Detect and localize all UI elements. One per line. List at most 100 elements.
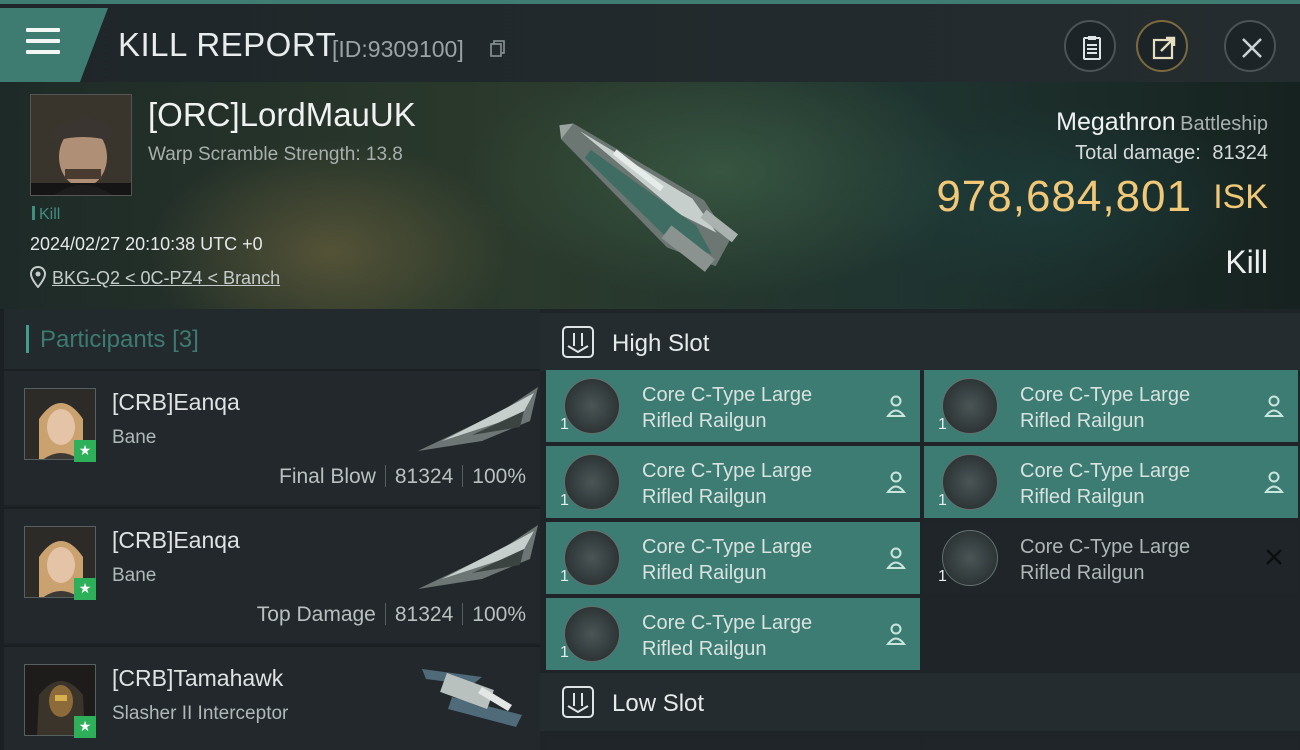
module-qty: 1 xyxy=(560,644,569,661)
module-slot[interactable]: 1 Core C-Type Large Rifled Railgun xyxy=(924,446,1298,518)
star-badge-icon: ★ xyxy=(74,440,96,462)
participant-row[interactable]: ★ [CRB]Eanqa Bane Top Damage 81324 100% xyxy=(4,507,540,643)
module-slot[interactable]: 1 Core C-Type Large Rifled Railgun xyxy=(924,522,1298,594)
ship-image xyxy=(559,123,739,272)
kill-tag: Kill xyxy=(32,206,60,224)
page-title: KILL REPORT xyxy=(118,26,337,63)
participant-ship-image xyxy=(418,387,538,451)
victim-name[interactable]: [ORC]LordMauUK xyxy=(148,96,416,134)
pilot-portrait-icon xyxy=(31,95,131,195)
low-slot-header: Low Slot xyxy=(540,673,1300,731)
kill-banner: [ORC]LordMauUK Warp Scramble Strength: 1… xyxy=(0,82,1300,309)
module-slot-partial[interactable] xyxy=(924,737,1298,750)
module-name-line2: Rifled Railgun xyxy=(642,410,767,432)
hamburger-icon-line xyxy=(26,28,60,32)
railgun-icon xyxy=(942,454,998,510)
kill-timestamp: 2024/02/27 20:10:38 UTC +0 xyxy=(30,234,263,254)
module-name-line1: Core C-Type Large xyxy=(642,536,813,558)
participants-panel: Participants [3] ★ [CRB]Eanqa Bane Final… xyxy=(4,309,540,750)
module-qty: 1 xyxy=(560,568,569,585)
high-slot-title: High Slot xyxy=(612,330,710,357)
module-qty: 1 xyxy=(938,492,947,509)
dropped-person-icon xyxy=(1264,471,1284,493)
participant-percent: 100% xyxy=(472,465,526,488)
module-name: Core C-Type Large Rifled Railgun xyxy=(1020,534,1190,586)
clipboard-button[interactable] xyxy=(1064,20,1116,72)
module-name-line1: Core C-Type Large xyxy=(1020,384,1191,406)
railgun-icon xyxy=(942,378,998,434)
participant-row[interactable]: ★ [CRB]Tamahawk Slasher II Interceptor xyxy=(4,645,540,750)
module-name: Core C-Type Large Rifled Railgun xyxy=(642,534,812,586)
divider xyxy=(462,465,464,487)
module-name-line2: Rifled Railgun xyxy=(1020,486,1145,508)
total-damage-label: Total damage: xyxy=(1075,142,1201,164)
dropped-person-icon xyxy=(886,547,906,569)
menu-button[interactable] xyxy=(0,8,108,82)
kill-result: Kill xyxy=(1225,244,1268,280)
participant-row[interactable]: ★ [CRB]Eanqa Bane Final Blow 81324 100% xyxy=(4,369,540,505)
participant-name[interactable]: [CRB]Eanqa xyxy=(112,389,240,416)
module-qty: 1 xyxy=(938,416,947,433)
high-slot-icon xyxy=(562,326,594,358)
victim-avatar[interactable] xyxy=(30,94,132,196)
module-slot[interactable]: 1 Core C-Type Large Rifled Railgun xyxy=(546,446,920,518)
location-link[interactable]: BKG-Q2 < 0C-PZ4 < Branch xyxy=(52,268,280,289)
hamburger-icon-line xyxy=(26,39,60,43)
participant-stats: Top Damage 81324 100% xyxy=(257,603,526,627)
module-name: Core C-Type Large Rifled Railgun xyxy=(642,458,812,510)
total-damage-value: 81324 xyxy=(1212,142,1268,164)
isk-value: 978,684,801 xyxy=(936,172,1192,221)
dropped-person-icon xyxy=(886,623,906,645)
module-name-line1: Core C-Type Large xyxy=(1020,536,1191,558)
participant-damage: 81324 xyxy=(394,603,454,626)
participant-name[interactable]: [CRB]Eanqa xyxy=(112,527,240,554)
participant-ship: Slasher II Interceptor xyxy=(112,703,289,724)
participant-ship-image xyxy=(422,669,522,727)
low-slot-icon xyxy=(562,686,594,718)
module-name-line2: Rifled Railgun xyxy=(1020,562,1145,584)
module-slot[interactable]: 1 Core C-Type Large Rifled Railgun xyxy=(546,598,920,670)
divider xyxy=(384,465,386,487)
participant-ship: Bane xyxy=(112,427,157,448)
module-name-line2: Rifled Railgun xyxy=(642,562,767,584)
participants-title: Participants [3] xyxy=(40,326,199,354)
module-slot[interactable]: 1 Core C-Type Large Rifled Railgun xyxy=(546,370,920,442)
share-button[interactable] xyxy=(1136,20,1188,72)
module-slot-partial[interactable] xyxy=(546,737,920,750)
module-slot[interactable]: 1 Core C-Type Large Rifled Railgun xyxy=(924,370,1298,442)
star-badge-icon: ★ xyxy=(74,716,96,738)
participant-role: Final Blow xyxy=(279,465,376,488)
isk-unit: ISK xyxy=(1213,178,1268,216)
participant-ship: Bane xyxy=(112,565,157,586)
participants-header: Participants [3] xyxy=(4,309,540,371)
hamburger-icon-line xyxy=(26,50,60,54)
railgun-icon xyxy=(564,378,620,434)
module-name-line2: Rifled Railgun xyxy=(642,486,767,508)
participants-label: Participants xyxy=(40,326,166,353)
module-name: Core C-Type Large Rifled Railgun xyxy=(1020,458,1190,510)
copy-icon[interactable] xyxy=(490,40,506,58)
participants-count: [3] xyxy=(172,326,199,353)
ship-class: Battleship xyxy=(1180,113,1268,135)
participant-name[interactable]: [CRB]Tamahawk xyxy=(112,665,283,692)
module-qty: 1 xyxy=(938,568,947,585)
clipboard-icon xyxy=(1083,36,1101,60)
module-slot[interactable]: 1 Core C-Type Large Rifled Railgun xyxy=(546,522,920,594)
close-button[interactable] xyxy=(1224,20,1276,72)
module-name-line1: Core C-Type Large xyxy=(642,460,813,482)
location-pin-icon xyxy=(30,266,46,288)
header-accent-bar xyxy=(26,325,29,353)
module-name-line1: Core C-Type Large xyxy=(1020,460,1191,482)
participant-damage: 81324 xyxy=(394,465,454,488)
high-slot-header: High Slot xyxy=(540,313,1300,371)
ship-type[interactable]: Megathron xyxy=(1056,108,1176,136)
module-qty: 1 xyxy=(560,492,569,509)
divider xyxy=(462,603,464,625)
module-name: Core C-Type Large Rifled Railgun xyxy=(642,382,812,434)
share-icon xyxy=(1152,36,1176,60)
ship-name: Megathron Battleship xyxy=(1056,108,1268,137)
low-slot-title: Low Slot xyxy=(612,690,705,717)
destroyed-x-icon xyxy=(1266,549,1282,565)
participant-stats: Final Blow 81324 100% xyxy=(279,465,526,489)
warp-scramble-strength: Warp Scramble Strength: 13.8 xyxy=(148,144,403,165)
